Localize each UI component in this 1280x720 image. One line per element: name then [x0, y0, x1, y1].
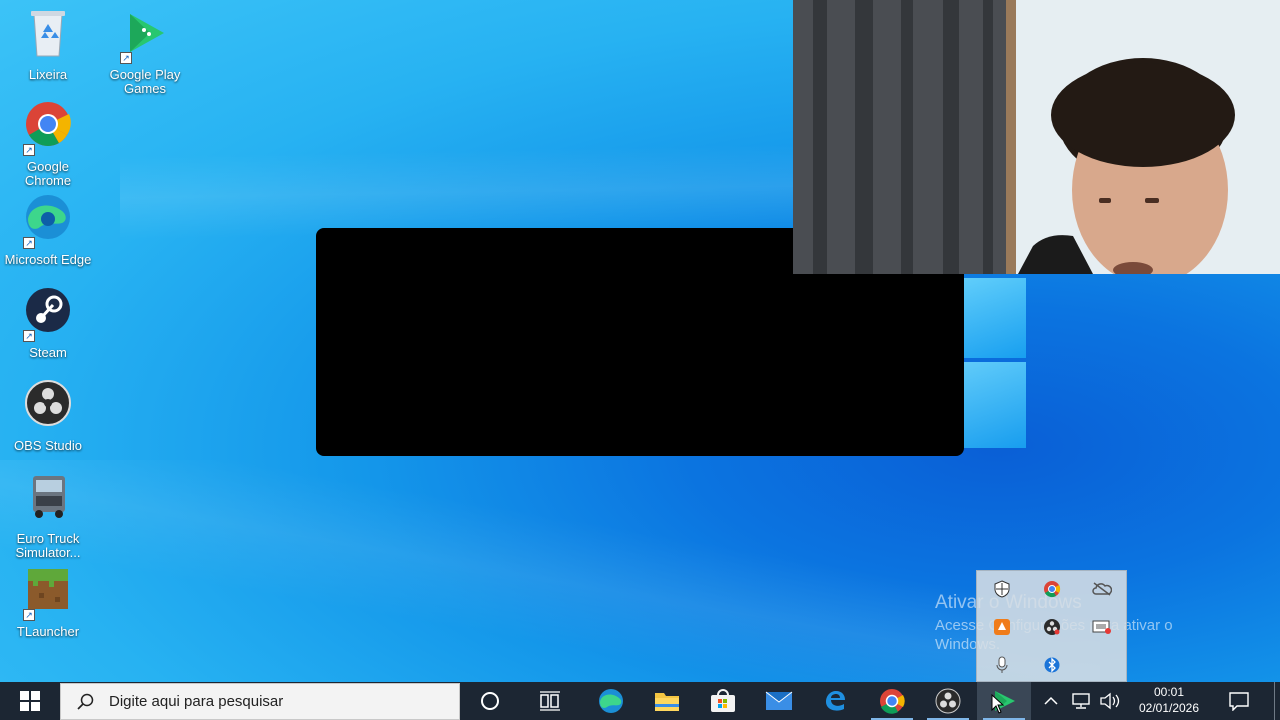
clock-time: 00:01 — [1153, 685, 1185, 699]
volume-button[interactable] — [1096, 682, 1124, 720]
desktop-icon-label: Google Play Games — [109, 67, 181, 96]
desktop-icon-google-play-games[interactable]: ↗ Google Play Games — [100, 8, 190, 96]
store-icon — [711, 689, 735, 712]
screen-record-icon[interactable] — [1090, 615, 1114, 639]
desktop-icon-obs-studio[interactable]: OBS Studio — [3, 379, 93, 453]
obs-icon — [19, 379, 77, 437]
network-icon — [1072, 693, 1090, 709]
shortcut-arrow-icon: ↗ — [23, 609, 35, 621]
task-view-button[interactable] — [524, 682, 576, 720]
desktop-icon-microsoft-edge[interactable]: ↗ Microsoft Edge — [3, 193, 93, 267]
windows-logo-pane — [964, 278, 1026, 358]
start-button[interactable] — [0, 682, 60, 720]
taskbar-mail-button[interactable] — [753, 682, 805, 720]
taskbar-file-explorer-button[interactable] — [641, 682, 693, 720]
mouse-cursor-icon — [991, 694, 1005, 714]
google-play-games-icon: ↗ — [116, 8, 174, 66]
desktop-icon-label: Google Chrome — [24, 159, 72, 188]
truck-icon — [19, 472, 77, 530]
desktop-icon-label: Lixeira — [28, 67, 68, 82]
taskbar-chrome-button[interactable] — [865, 682, 919, 720]
clock-date: 02/01/2026 — [1138, 701, 1200, 715]
edge-icon — [599, 689, 623, 713]
file-explorer-icon — [655, 693, 679, 711]
shortcut-arrow-icon: ↗ — [23, 237, 35, 249]
tray-overflow-flyout — [976, 570, 1127, 682]
grass-block-icon: ↗ — [19, 565, 77, 623]
windows-logo-pane — [964, 362, 1026, 448]
taskbar-edge-button[interactable] — [585, 682, 637, 720]
start-icon — [20, 691, 40, 711]
shortcut-arrow-icon: ↗ — [23, 144, 35, 156]
webcam-overlay — [793, 0, 1280, 274]
steam-icon: ↗ — [19, 286, 77, 344]
obs-tray-icon[interactable] — [1040, 615, 1064, 639]
notifications-icon — [1229, 692, 1249, 711]
cortana-button[interactable] — [464, 682, 516, 720]
volume-icon — [1100, 692, 1120, 710]
chrome-tray-icon[interactable] — [1040, 577, 1064, 601]
wallpaper-beam — [0, 460, 1100, 700]
desktop-icon-steam[interactable]: ↗ Steam — [3, 286, 93, 360]
microphone-icon[interactable] — [990, 653, 1014, 677]
desktop-icon-tlauncher[interactable]: ↗ TLauncher — [3, 565, 93, 639]
desktop-icon-euro-truck-simulator[interactable]: Euro Truck Simulator... — [3, 472, 93, 560]
shortcut-arrow-icon: ↗ — [120, 52, 132, 64]
recycle-bin-icon — [19, 8, 77, 66]
show-desktop-divider[interactable] — [1274, 682, 1275, 720]
avast-icon[interactable] — [990, 615, 1014, 639]
chevron-up-icon — [1044, 696, 1058, 705]
windows-security-icon[interactable] — [990, 577, 1014, 601]
shortcut-arrow-icon: ↗ — [23, 330, 35, 342]
network-button[interactable] — [1066, 682, 1096, 720]
task-view-icon — [540, 691, 560, 711]
taskbar-edge-legacy-button[interactable] — [809, 682, 861, 720]
onedrive-icon[interactable] — [1090, 577, 1114, 601]
desktop-icon-label: OBS Studio — [14, 438, 82, 453]
chrome-icon — [880, 689, 905, 714]
desktop-icon-label: Microsoft Edge — [4, 252, 92, 267]
taskbar-search-box[interactable]: Digite aqui para pesquisar — [60, 683, 460, 720]
desktop-icon-label: TLauncher — [16, 624, 80, 639]
desktop-icon-label: Euro Truck Simulator... — [15, 531, 81, 560]
taskbar-store-button[interactable] — [697, 682, 749, 720]
search-placeholder: Digite aqui para pesquisar — [109, 693, 284, 710]
taskbar-obs-button[interactable] — [921, 682, 975, 720]
edge-icon: ↗ — [19, 193, 77, 251]
desktop-icon-label: Steam — [29, 345, 67, 360]
taskbar-clock[interactable]: 00:01 02/01/2026 — [1130, 684, 1208, 716]
mail-icon — [765, 691, 793, 710]
search-icon — [77, 693, 94, 710]
desktop-icon-google-chrome[interactable]: ↗ Google Chrome — [3, 100, 93, 188]
show-hidden-icons-button[interactable] — [1038, 682, 1064, 720]
cortana-icon — [481, 692, 499, 710]
edge-legacy-icon — [826, 691, 845, 711]
bluetooth-icon[interactable] — [1040, 653, 1064, 677]
desktop-icon-recycle-bin[interactable]: Lixeira — [3, 8, 93, 82]
chrome-icon: ↗ — [19, 100, 77, 158]
action-center-button[interactable] — [1222, 682, 1256, 720]
obs-icon — [935, 688, 961, 714]
